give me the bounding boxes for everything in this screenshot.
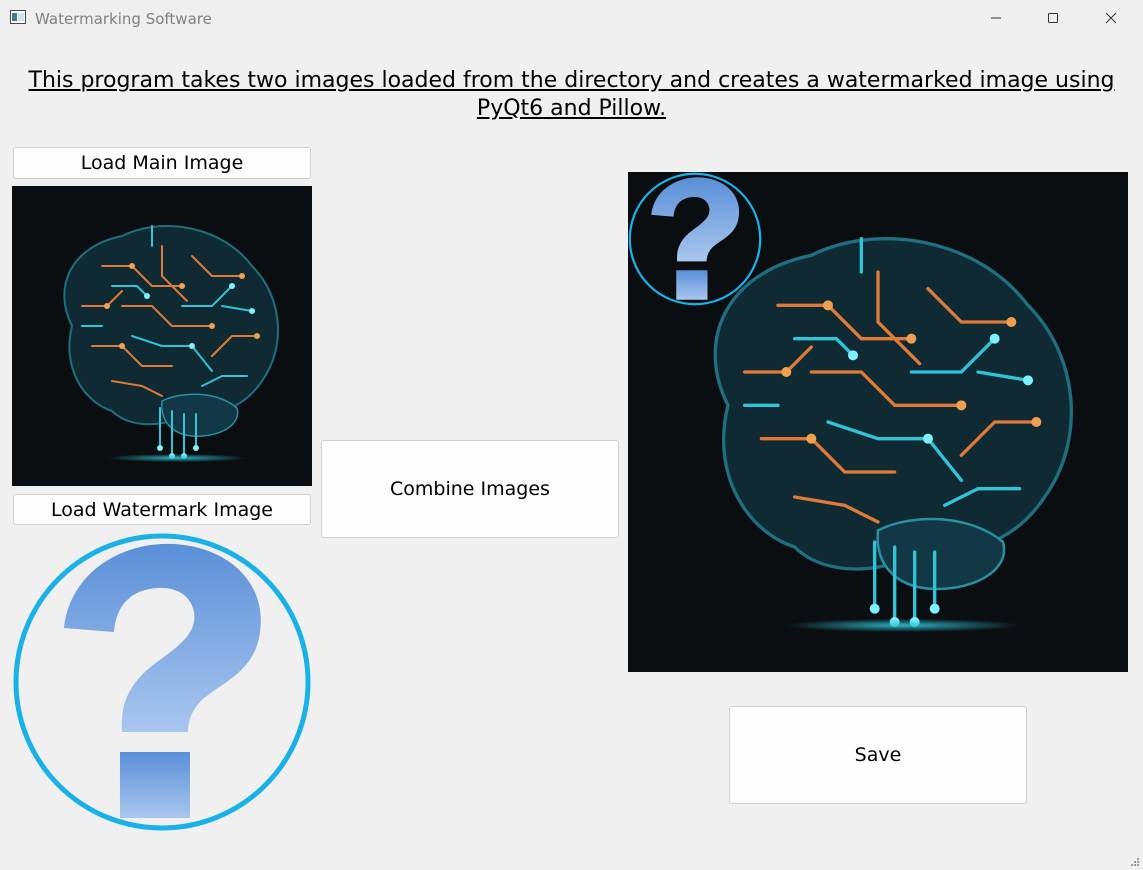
maximize-icon [1048, 13, 1058, 23]
main-image-preview [12, 186, 312, 486]
maximize-button[interactable] [1024, 0, 1082, 36]
watermarked-brain-image [628, 172, 1074, 634]
close-icon [1105, 12, 1117, 24]
minimize-button[interactable] [967, 0, 1025, 36]
resize-grip-icon[interactable] [1130, 857, 1140, 867]
question-mark-image [12, 532, 312, 832]
result-image-preview [628, 172, 1128, 672]
title-bar: Watermarking Software [0, 0, 1143, 36]
description-label: This program takes two images loaded fro… [28, 68, 1115, 121]
close-button[interactable] [1082, 0, 1140, 36]
combine-images-button[interactable]: Combine Images [321, 440, 619, 538]
load-watermark-image-button[interactable]: Load Watermark Image [13, 494, 311, 525]
circuit-brain-image [63, 225, 280, 463]
window-title: Watermarking Software [35, 10, 212, 28]
save-button[interactable]: Save [729, 706, 1027, 804]
load-main-image-button[interactable]: Load Main Image [13, 147, 311, 179]
watermark-image-preview [12, 532, 312, 832]
minimize-icon [991, 17, 1001, 19]
app-window-icon [10, 10, 26, 24]
